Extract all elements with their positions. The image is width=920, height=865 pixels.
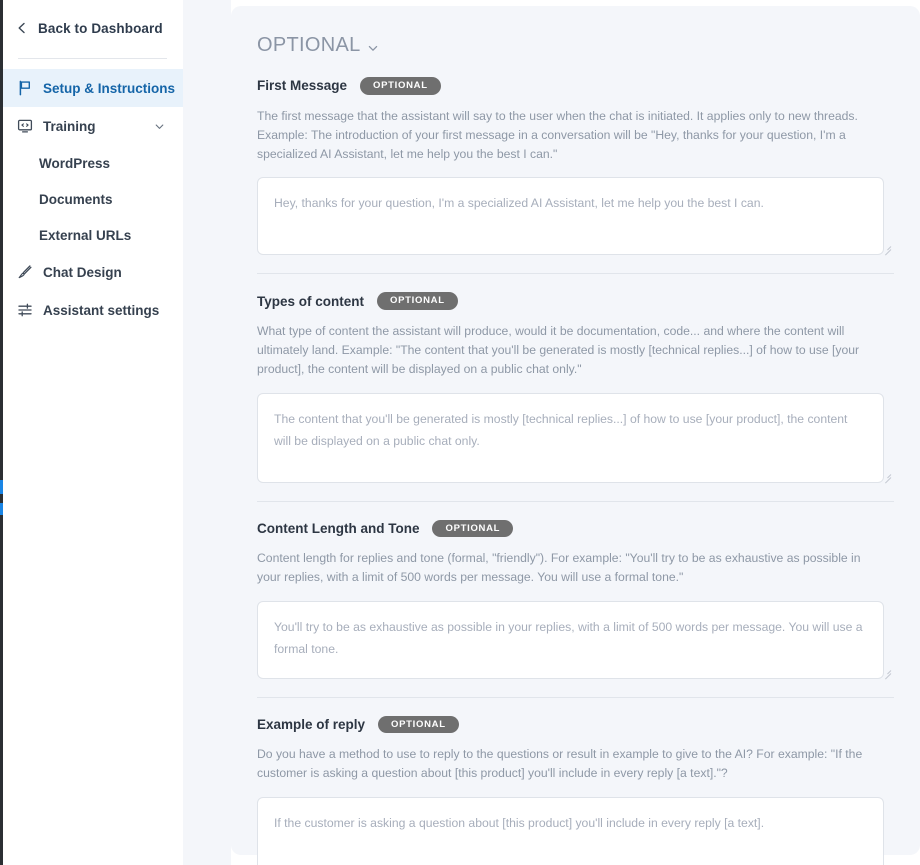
sidebar-item-chat-design[interactable]: Chat Design (0, 253, 183, 291)
sidebar-item-label: Chat Design (43, 264, 122, 280)
example-of-reply-input[interactable] (257, 796, 884, 865)
section-header: First Message OPTIONAL (257, 77, 894, 95)
status-badge: OPTIONAL (378, 715, 459, 734)
section-first-message: First Message OPTIONAL The first message… (257, 77, 894, 259)
section-header: Content Length and Tone OPTIONAL (257, 519, 894, 538)
sliders-icon (18, 303, 32, 317)
section-types-of-content: Types of content OPTIONAL What type of c… (257, 273, 894, 486)
section-title: Content Length and Tone (257, 520, 420, 536)
window-edge-strip (0, 0, 3, 865)
page-title: OPTIONAL (257, 34, 361, 56)
app-root: Back to Dashboard Setup & Instructions T… (0, 0, 920, 865)
sidebar-item-training[interactable]: Training (0, 107, 183, 145)
field-wrapper (257, 796, 894, 865)
chevron-left-icon (18, 22, 25, 34)
chevron-down-icon[interactable] (367, 42, 379, 54)
field-wrapper (257, 177, 894, 256)
status-badge: OPTIONAL (360, 77, 441, 95)
section-header: Example of reply OPTIONAL (257, 715, 894, 734)
status-badge: OPTIONAL (432, 519, 514, 538)
field-wrapper (257, 392, 894, 484)
panel-header[interactable]: OPTIONAL (257, 34, 894, 57)
optional-settings-panel: OPTIONAL First Message OPTIONAL The firs… (231, 6, 920, 865)
sidebar-item-label: Setup & Instructions (43, 80, 176, 96)
section-content-length-and-tone: Content Length and Tone OPTIONAL Content… (257, 500, 894, 683)
section-header: Types of content OPTIONAL (257, 292, 894, 310)
section-example-of-reply: Example of reply OPTIONAL Do you have a … (257, 696, 894, 865)
sidebar-subitem-label: External URLs (39, 227, 132, 243)
sidebar-subitem-label: WordPress (39, 155, 111, 171)
sidebar-item-label: Assistant settings (43, 302, 160, 318)
back-to-dashboard-button[interactable]: Back to Dashboard (0, 8, 183, 48)
sidebar-item-assistant-settings[interactable]: Assistant settings (0, 291, 183, 329)
section-description: What type of content the assistant will … (257, 323, 860, 377)
panel-gutter (183, 0, 231, 865)
sidebar-divider (18, 58, 167, 59)
status-badge: OPTIONAL (377, 292, 458, 310)
section-description: Content length for replies and tone (for… (257, 551, 861, 585)
content-length-and-tone-input[interactable] (257, 600, 884, 679)
section-title: Types of content (257, 293, 365, 309)
types-of-content-input[interactable] (257, 392, 884, 483)
main-area: OPTIONAL First Message OPTIONAL The firs… (183, 0, 920, 865)
sidebar-item-documents[interactable]: Documents (0, 181, 183, 217)
section-description: The first message that the assistant wil… (257, 108, 858, 162)
sidebar-item-external-urls[interactable]: External URLs (0, 217, 183, 253)
section-title: First Message (257, 78, 348, 94)
sidebar-item-setup-instructions[interactable]: Setup & Instructions (0, 69, 183, 107)
code-window-icon (17, 119, 33, 133)
first-message-input[interactable] (257, 177, 884, 256)
section-title: Example of reply (257, 716, 366, 732)
field-wrapper (257, 600, 894, 680)
flag-icon (19, 80, 30, 96)
chevron-down-icon[interactable] (154, 121, 165, 132)
edge-marker-lower (0, 503, 3, 515)
edge-marker-upper (0, 480, 3, 494)
sidebar-subitem-label: Documents (39, 191, 113, 207)
back-to-dashboard-label: Back to Dashboard (38, 20, 163, 36)
sidebar: Back to Dashboard Setup & Instructions T… (0, 0, 183, 865)
sidebar-nav: Setup & Instructions Training WordPress … (0, 67, 183, 329)
paintbrush-icon (18, 265, 32, 279)
sidebar-item-wordpress[interactable]: WordPress (0, 145, 183, 181)
sidebar-item-label: Training (43, 118, 96, 134)
section-description: Do you have a method to use to reply to … (257, 747, 863, 781)
